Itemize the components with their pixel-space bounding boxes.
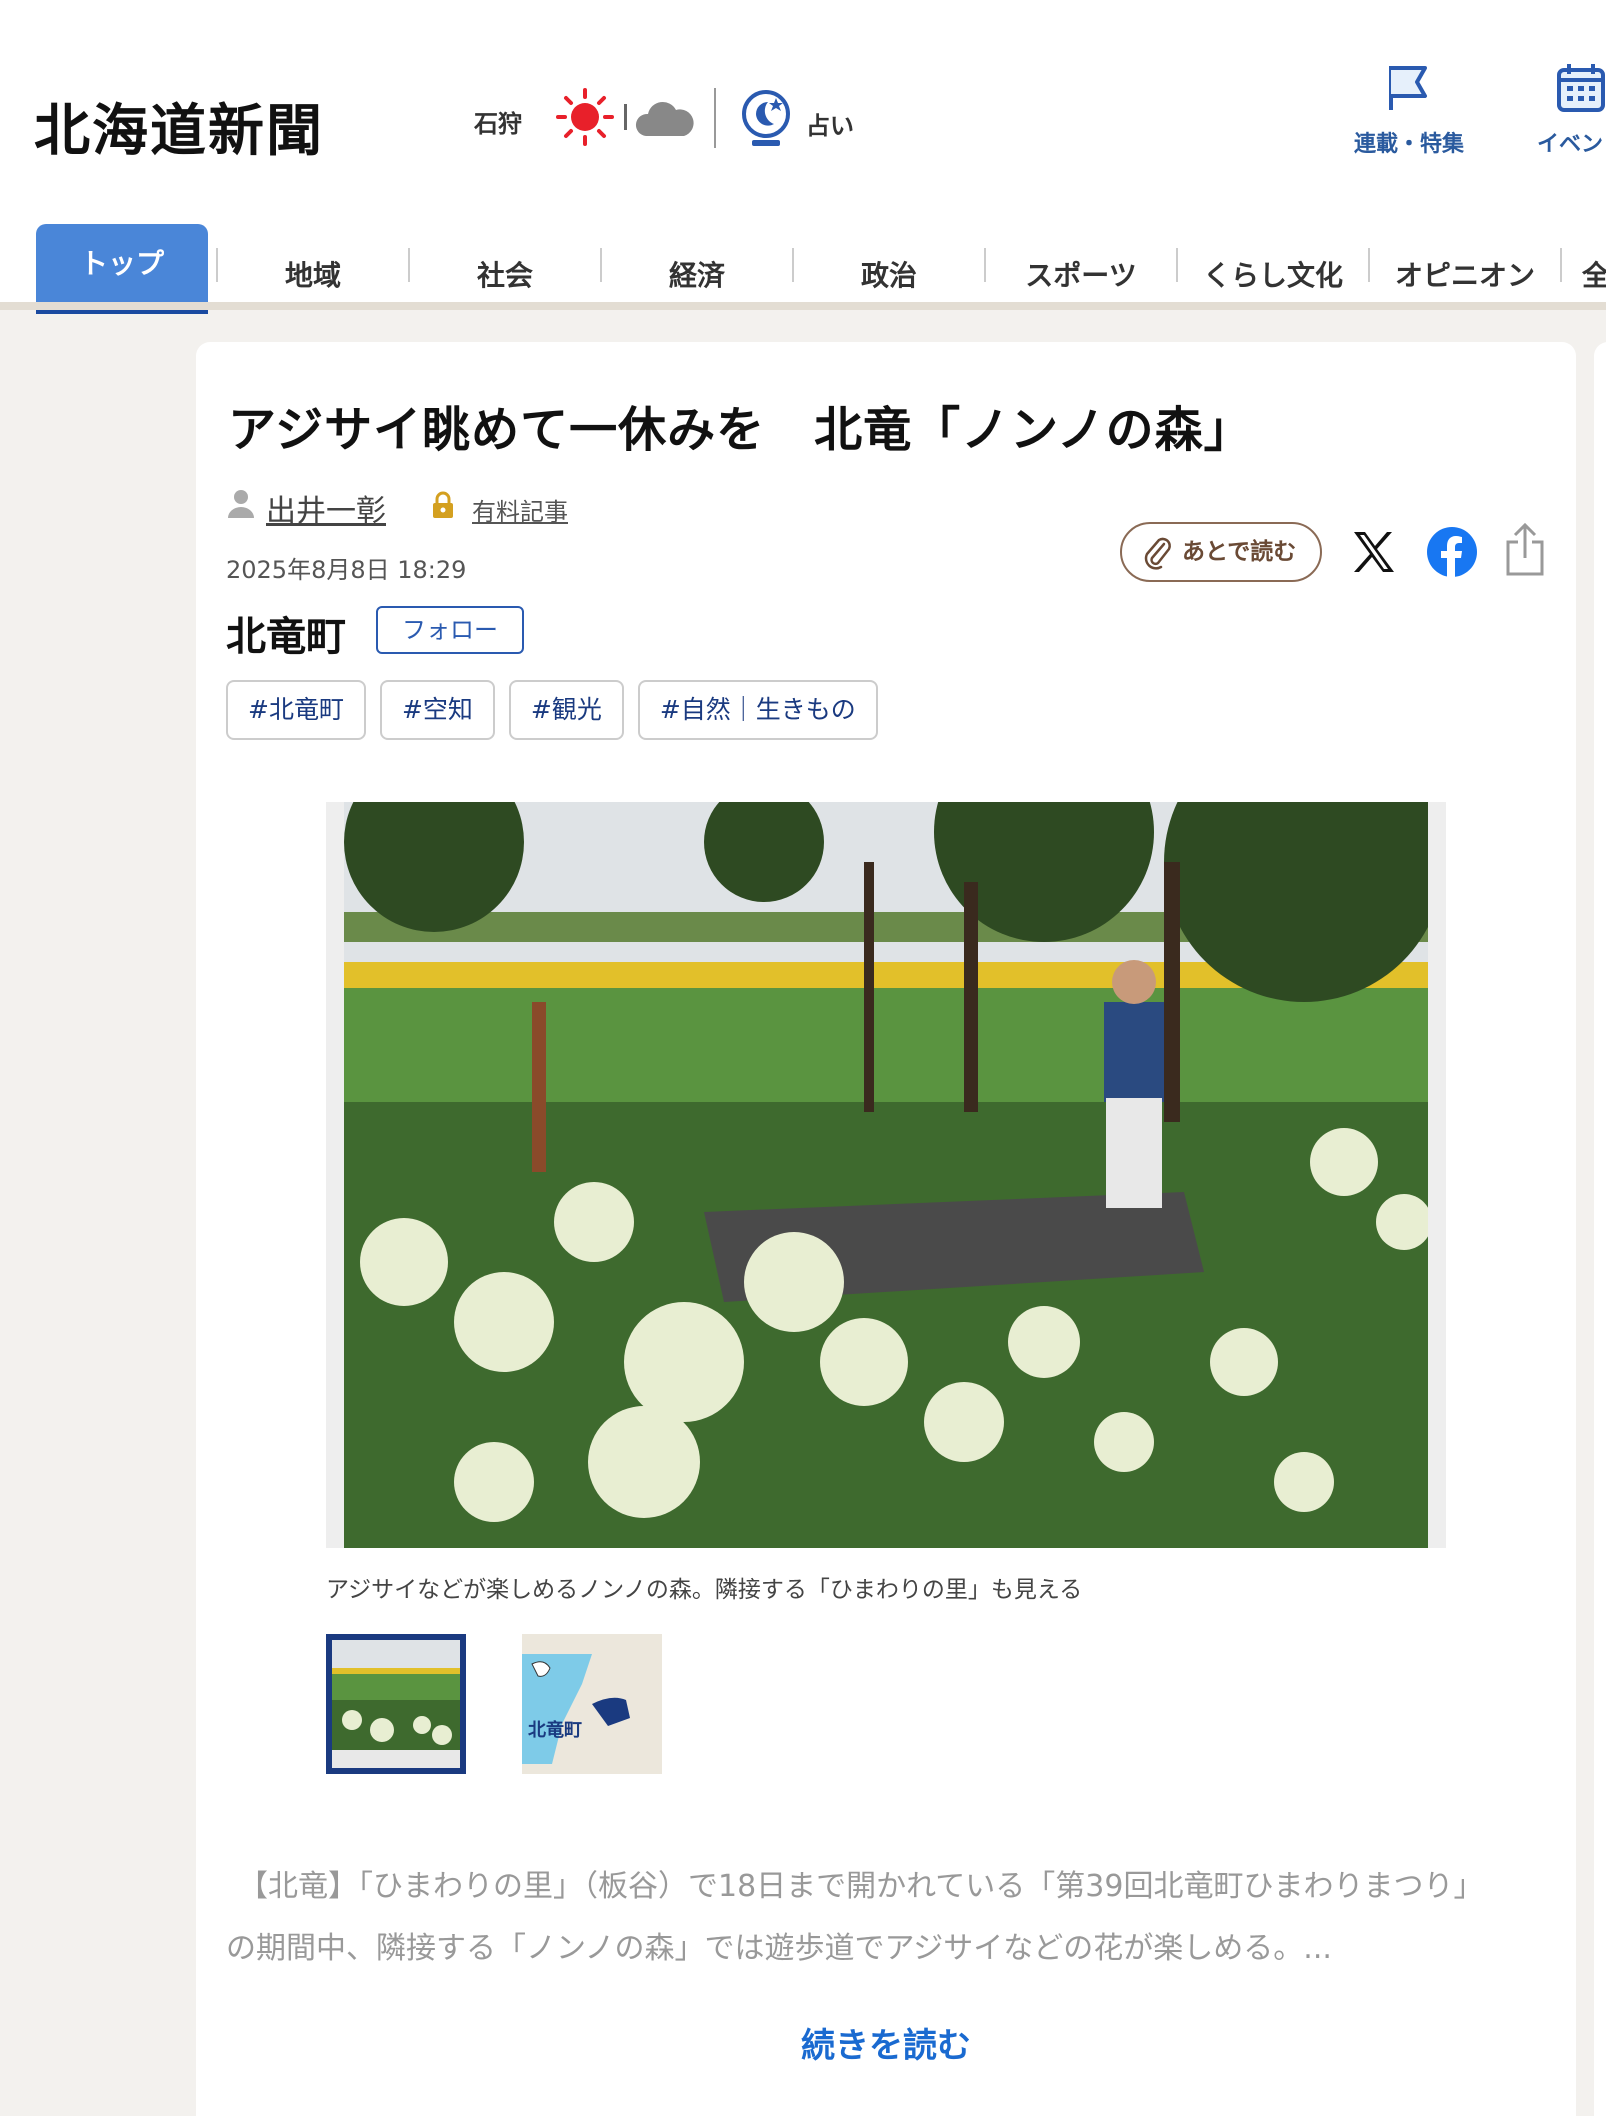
article-headline: アジサイ眺めて一休みを 北竜「ノンノの森」: [228, 402, 1253, 458]
events-button[interactable]: イベント: [1526, 60, 1606, 158]
follow-button[interactable]: フォロー: [376, 606, 524, 654]
fortune-label[interactable]: 占い: [806, 106, 854, 141]
nav-divider: [408, 248, 410, 282]
x-share-icon[interactable]: [1350, 528, 1398, 576]
main-photo-frame: [326, 802, 1446, 1548]
tag-link[interactable]: #北竜町: [226, 680, 366, 740]
read-later-label: あとで読む: [1182, 539, 1297, 565]
tag-link[interactable]: #観光: [508, 680, 624, 740]
nav-item-economy[interactable]: 経済: [606, 246, 788, 306]
nav-divider: [1560, 248, 1562, 282]
nav-item-region[interactable]: 地域: [222, 246, 404, 306]
events-label: イベント: [1536, 132, 1606, 157]
side-card: [1594, 342, 1606, 2116]
nav-item-sports[interactable]: スポーツ: [990, 246, 1172, 306]
nav-divider: [984, 248, 986, 282]
paperclip-icon: [1144, 537, 1171, 570]
sun-icon[interactable]: [556, 88, 614, 146]
thumbnail-image: [332, 1640, 460, 1768]
nav-divider: [792, 248, 794, 282]
read-later-button[interactable]: あとで読む: [1120, 522, 1322, 582]
map-image: [522, 1634, 662, 1774]
fortune-icon[interactable]: [736, 86, 796, 150]
tag-link[interactable]: #自然｜生きもの: [637, 680, 878, 740]
main-nav: トップ 地域 社会 経済 政治 スポーツ くらし文化 オピニオン 全: [0, 222, 1606, 314]
map-thumbnail[interactable]: 北竜町: [522, 1634, 662, 1774]
nav-item-all[interactable]: 全: [1582, 246, 1606, 306]
article-card: アジサイ眺めて一休みを 北竜「ノンノの森」 出井一彰 有料記事 2025年8月8…: [196, 342, 1576, 2116]
calendar-icon: [1557, 64, 1605, 112]
nav-divider: [600, 248, 602, 282]
author-link[interactable]: 出井一彰: [266, 486, 386, 530]
paid-article-link[interactable]: 有料記事: [472, 492, 568, 527]
flag-icon: [1389, 66, 1427, 110]
weather-city[interactable]: 石狩: [474, 104, 522, 139]
nav-item-top[interactable]: トップ: [36, 224, 208, 314]
map-label: 北竜町: [528, 1720, 582, 1741]
nav-item-culture[interactable]: くらし文化: [1182, 246, 1364, 306]
header-divider: [714, 88, 716, 148]
nav-divider: [216, 248, 218, 282]
nav-underline: [0, 302, 1606, 310]
publish-date: 2025年8月8日 18:29: [226, 556, 467, 584]
main-photo[interactable]: [344, 802, 1428, 1548]
photo-caption: アジサイなどが楽しめるノンノの森。隣接する「ひまわりの里」も見える: [326, 1577, 1083, 1603]
series-button[interactable]: 連載・特集: [1354, 60, 1464, 158]
facebook-share-icon[interactable]: [1426, 526, 1478, 578]
share-icon[interactable]: [1502, 522, 1548, 578]
nav-item-opinion[interactable]: オピニオン: [1374, 246, 1556, 306]
person-icon: [228, 490, 254, 518]
body-line: の期間中、隣接する「ノンノの森」では遊歩道でアジサイなどの花が楽しめる。...: [226, 1931, 1332, 1966]
nav-divider: [1368, 248, 1370, 282]
place-name: 北竜町: [226, 614, 346, 660]
lock-icon: [433, 491, 453, 518]
tag-link[interactable]: #空知: [379, 680, 495, 740]
read-more-link[interactable]: 続きを読む: [196, 2018, 1576, 2067]
tag-list: #北竜町 #空知 #観光 #自然｜生きもの: [226, 680, 878, 740]
body-line: 【北竜】「ひまわりの里」（板谷）で18日まで開かれている「第39回北竜町ひまわり…: [238, 1869, 1484, 1904]
site-logo[interactable]: 北海道新聞: [34, 86, 324, 167]
article-body: 【北竜】「ひまわりの里」（板谷）で18日まで開かれている「第39回北竜町ひまわり…: [226, 1856, 1556, 1980]
nav-item-society[interactable]: 社会: [414, 246, 596, 306]
weather-divider: [624, 104, 627, 130]
nav-item-politics[interactable]: 政治: [798, 246, 980, 306]
photo-thumbnail-selected[interactable]: [326, 1634, 466, 1774]
series-label: 連載・特集: [1354, 132, 1465, 157]
cloud-icon[interactable]: [634, 88, 694, 148]
nav-divider: [1176, 248, 1178, 282]
